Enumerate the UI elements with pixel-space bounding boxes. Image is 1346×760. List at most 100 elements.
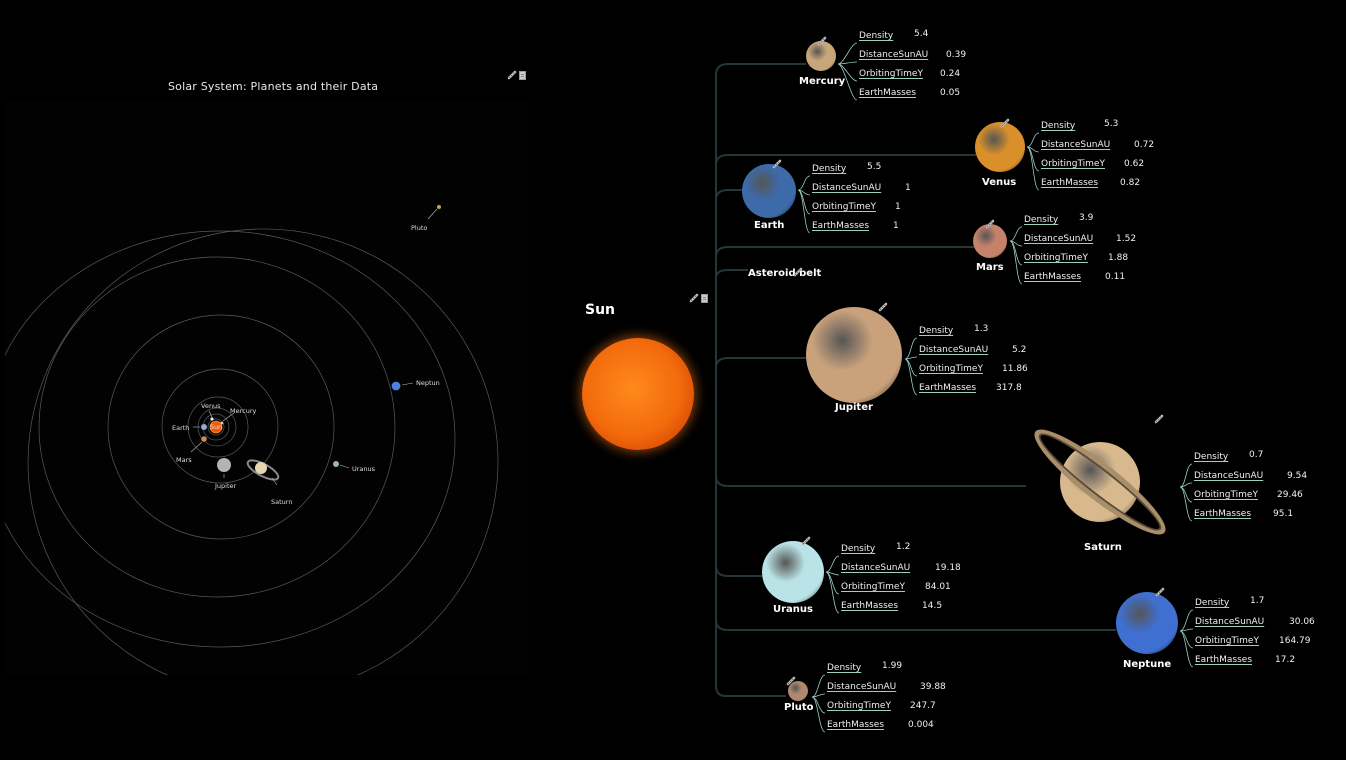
venus-image[interactable] [975, 122, 1025, 172]
pluto-attr-density[interactable]: Density [827, 663, 861, 673]
pluto-title[interactable]: Pluto [784, 702, 814, 713]
uranus-value-orbitingtimey: 84.01 [925, 582, 951, 592]
link-icon[interactable] [689, 293, 699, 303]
earth-attr-density[interactable]: Density [812, 164, 846, 174]
saturn-ring [1024, 417, 1176, 547]
venus-orbit-label: Venus [201, 402, 221, 410]
asteroid-belt-title[interactable]: Asteroid belt [748, 268, 821, 279]
mercury-attr-density[interactable]: Density [859, 31, 893, 41]
mars-image[interactable] [973, 224, 1007, 258]
saturn-attr-density[interactable]: Density [1194, 452, 1228, 462]
saturn-attr-distancesunau[interactable]: DistanceSunAU [1194, 471, 1263, 481]
mars-attr-density[interactable]: Density [1024, 215, 1058, 225]
mercury-title[interactable]: Mercury [799, 76, 845, 87]
venus-icon [210, 417, 214, 421]
sun-label: Sun [210, 423, 222, 431]
earth-attr-connector [797, 189, 811, 215]
pluto-attr-earthmasses[interactable]: EarthMasses [827, 720, 884, 730]
mars-orbit-label: Mars [176, 456, 192, 464]
earth-image[interactable] [742, 164, 796, 218]
neptune-attr-distancesunau[interactable]: DistanceSunAU [1195, 617, 1264, 627]
uranus-title[interactable]: Uranus [773, 604, 813, 615]
uranus-attr-earthmasses[interactable]: EarthMasses [841, 601, 898, 611]
mars-attr-connector [1009, 226, 1023, 242]
link-icon[interactable] [507, 70, 517, 80]
link-icon[interactable] [801, 531, 811, 546]
link-icon[interactable] [985, 214, 995, 229]
earth-title[interactable]: Earth [754, 220, 784, 231]
mars-attr-connector [1009, 240, 1023, 285]
earth-attr-connector [797, 189, 811, 196]
note-icon[interactable] [519, 70, 526, 80]
neptune-title[interactable]: Neptune [1123, 659, 1171, 670]
pluto-attr-connector [811, 674, 826, 698]
earth-attr-earthmasses[interactable]: EarthMasses [812, 221, 869, 231]
jupiter-value-earthmasses: 317.8 [996, 383, 1022, 393]
mars-attr-orbitingtimey[interactable]: OrbitingTimeY [1024, 253, 1088, 263]
sun-tools [689, 293, 708, 303]
sun-title[interactable]: Sun [585, 302, 615, 318]
jupiter-attr-earthmasses[interactable]: EarthMasses [919, 383, 976, 393]
neptune-attr-earthmasses[interactable]: EarthMasses [1195, 655, 1252, 665]
earth-attr-connector [797, 189, 811, 234]
mars-value-density: 3.9 [1079, 213, 1094, 223]
mars-icon [201, 436, 207, 442]
mars-attr-connector [1009, 240, 1023, 247]
earth-attr-distancesunau[interactable]: DistanceSunAU [812, 183, 881, 193]
link-icon[interactable] [1000, 113, 1010, 128]
venus-value-distancesunau: 0.72 [1134, 140, 1155, 150]
neptune-attr-orbitingtimey[interactable]: OrbitingTimeY [1195, 636, 1259, 646]
mercury-attr-connector [837, 42, 858, 65]
jupiter-attr-orbitingtimey[interactable]: OrbitingTimeY [919, 364, 983, 374]
uranus-attr-distancesunau[interactable]: DistanceSunAU [841, 563, 910, 573]
neptune-attr-density[interactable]: Density [1195, 598, 1229, 608]
mercury-attr-earthmasses[interactable]: EarthMasses [859, 88, 916, 98]
jupiter-image[interactable] [806, 307, 902, 403]
venus-title[interactable]: Venus [982, 177, 1016, 188]
link-icon[interactable] [786, 671, 796, 686]
jupiter-icon [217, 458, 231, 472]
mercury-attr-orbitingtimey[interactable]: OrbitingTimeY [859, 69, 923, 79]
mars-title[interactable]: Mars [976, 262, 1004, 273]
mars-attr-earthmasses[interactable]: EarthMasses [1024, 272, 1081, 282]
saturn-attr-orbitingtimey[interactable]: OrbitingTimeY [1194, 490, 1258, 500]
neptune-image[interactable] [1116, 592, 1178, 654]
venus-attr-density[interactable]: Density [1041, 121, 1075, 131]
note-icon[interactable] [701, 293, 708, 303]
jupiter-title[interactable]: Jupiter [835, 402, 873, 413]
link-icon[interactable] [878, 297, 888, 312]
link-icon[interactable] [793, 262, 803, 277]
saturn-value-distancesunau: 9.54 [1287, 471, 1308, 481]
saturn-value-density: 0.7 [1249, 450, 1264, 460]
saturn-title[interactable]: Saturn [1084, 542, 1122, 553]
pluto-attr-connector [811, 693, 826, 698]
pluto-attr-orbitingtimey[interactable]: OrbitingTimeY [827, 701, 891, 711]
uranus-image[interactable] [762, 541, 824, 603]
jupiter-attr-distancesunau[interactable]: DistanceSunAU [919, 345, 988, 355]
venus-attr-distancesunau[interactable]: DistanceSunAU [1041, 140, 1110, 150]
link-icon[interactable] [817, 31, 827, 46]
venus-attr-earthmasses[interactable]: EarthMasses [1041, 178, 1098, 188]
neptune-value-orbitingtimey: 164.79 [1279, 636, 1311, 646]
mars-attr-distancesunau[interactable]: DistanceSunAU [1024, 234, 1093, 244]
mercury-value-orbitingtimey: 0.24 [940, 69, 961, 79]
link-icon[interactable] [1155, 582, 1165, 597]
pluto-attr-distancesunau[interactable]: DistanceSunAU [827, 682, 896, 692]
earth-attr-orbitingtimey[interactable]: OrbitingTimeY [812, 202, 876, 212]
saturn-value-orbitingtimey: 29.46 [1277, 490, 1303, 500]
neptune-attr-connector [1179, 628, 1194, 632]
saturn-attr-connector [1179, 482, 1193, 488]
pluto-value-orbitingtimey: 247.7 [910, 701, 936, 711]
jupiter-attr-density[interactable]: Density [919, 326, 953, 336]
saturn-image[interactable] [1024, 417, 1176, 547]
link-icon[interactable] [772, 154, 782, 169]
uranus-attr-orbitingtimey[interactable]: OrbitingTimeY [841, 582, 905, 592]
mercury-attr-distancesunau[interactable]: DistanceSunAU [859, 50, 928, 60]
neptune-attr-connector [1179, 630, 1194, 668]
uranus-attr-density[interactable]: Density [841, 544, 875, 554]
venus-attr-orbitingtimey[interactable]: OrbitingTimeY [1041, 159, 1105, 169]
saturn-attr-earthmasses[interactable]: EarthMasses [1194, 509, 1251, 519]
sun-image[interactable] [582, 338, 694, 450]
diagram-title: Solar System: Planets and their Data [168, 80, 379, 93]
link-icon[interactable] [1154, 409, 1164, 424]
